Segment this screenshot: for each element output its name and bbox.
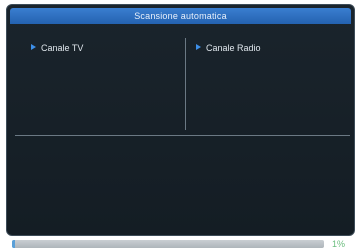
tv-channel-label: Canale TV — [41, 43, 84, 53]
radio-channel-label: Canale Radio — [206, 43, 261, 53]
tv-channel-column-header: Canale TV — [31, 42, 83, 54]
radio-channel-column-header: Canale Radio — [196, 42, 261, 54]
triangle-right-icon — [196, 44, 201, 50]
section-divider — [15, 135, 350, 136]
scan-progress-bar — [12, 240, 324, 248]
dialog-title: Scansione automatica — [10, 8, 351, 24]
scan-progress-percent: 1% — [332, 239, 346, 249]
scan-dialog: Scansione automatica Canale TV Canale Ra… — [6, 4, 355, 236]
scan-progress-fill — [12, 240, 16, 248]
triangle-right-icon — [31, 44, 36, 50]
column-divider — [185, 38, 186, 130]
